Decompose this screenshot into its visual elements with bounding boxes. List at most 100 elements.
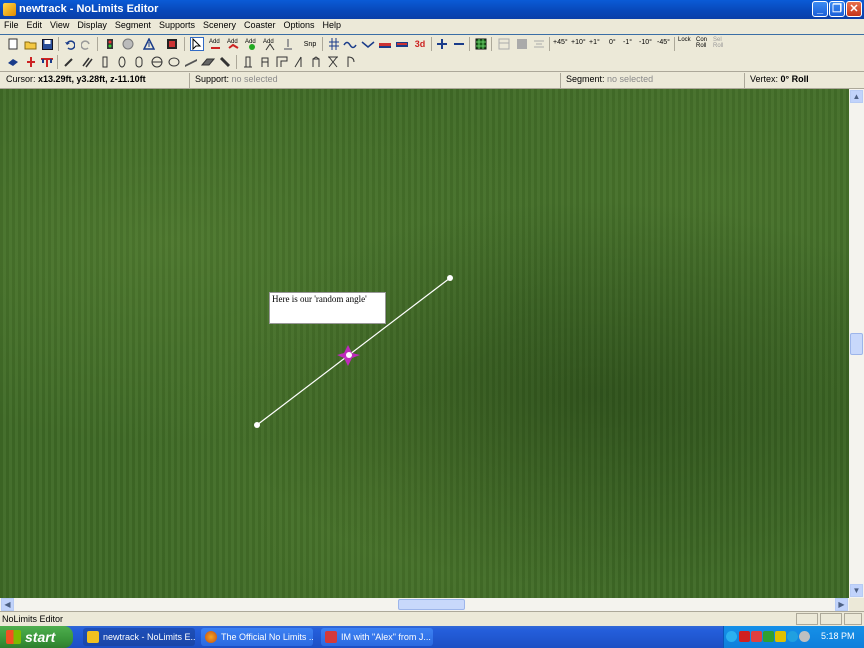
- selected-vertex-marker[interactable]: [337, 345, 360, 366]
- con-roll-button[interactable]: Con Roll: [696, 37, 708, 49]
- scroll-left-arrow-icon[interactable]: ◀: [1, 598, 14, 611]
- task-nolimits-editor[interactable]: newtrack - NoLimits E...: [83, 628, 195, 646]
- diagonal-beam-icon[interactable]: [218, 55, 232, 69]
- cross-brace-icon[interactable]: [326, 55, 340, 69]
- cylinder-support-icon[interactable]: [150, 55, 164, 69]
- tower-icon[interactable]: [258, 55, 272, 69]
- curved-pillar-icon[interactable]: [344, 55, 358, 69]
- pillar-icon[interactable]: [241, 55, 255, 69]
- menu-segment[interactable]: Segment: [111, 19, 155, 30]
- valley-track-icon[interactable]: [361, 37, 375, 51]
- maximize-button[interactable]: ❐: [829, 1, 845, 17]
- editor-viewport[interactable]: [0, 89, 849, 598]
- split-track-icon[interactable]: [24, 55, 38, 69]
- task-firefox-forum[interactable]: The Official No Limits ...: [201, 628, 313, 646]
- tray-warning-icon[interactable]: [775, 631, 786, 642]
- scroll-down-arrow-icon[interactable]: ▼: [850, 584, 863, 597]
- frame-icon[interactable]: [275, 55, 289, 69]
- track-vertex-end[interactable]: [447, 275, 453, 281]
- snap-button[interactable]: Snp: [301, 37, 319, 51]
- roll-plus-1-button[interactable]: +1°: [589, 39, 600, 46]
- close-button[interactable]: ✕: [846, 1, 862, 17]
- eraser-icon[interactable]: [6, 55, 20, 69]
- align-icon[interactable]: [532, 37, 546, 51]
- remove-node-icon[interactable]: [452, 37, 466, 51]
- save-icon[interactable]: [40, 37, 54, 51]
- 3d-view-button[interactable]: 3d: [412, 37, 428, 51]
- svg-text:Add: Add: [209, 39, 220, 45]
- undo-icon[interactable]: [62, 37, 76, 51]
- roll-plus-10-button[interactable]: +10°: [571, 39, 586, 46]
- roll-minus-10-button[interactable]: -10°: [639, 39, 652, 46]
- support-readout: Support: no selected: [195, 74, 278, 84]
- lock-button[interactable]: Lock: [678, 37, 691, 43]
- grid-icon[interactable]: [327, 37, 341, 51]
- tray-network-icon[interactable]: [787, 631, 798, 642]
- coaster-car-icon[interactable]: [378, 37, 392, 51]
- menu-edit[interactable]: Edit: [23, 19, 47, 30]
- train-icon[interactable]: [103, 37, 117, 51]
- capsule-support-icon[interactable]: [132, 55, 146, 69]
- triangle-tool-icon[interactable]: [142, 37, 156, 51]
- plate-icon[interactable]: [201, 55, 215, 69]
- menu-supports[interactable]: Supports: [155, 19, 199, 30]
- beam-icon[interactable]: [184, 55, 198, 69]
- start-button[interactable]: start: [0, 626, 73, 648]
- roll-minus-45-button[interactable]: -45°: [657, 39, 670, 46]
- select-pointer-icon[interactable]: [190, 37, 204, 51]
- green-grid-icon[interactable]: [474, 37, 488, 51]
- task-im-chat[interactable]: IM with "Alex" from J...: [321, 628, 433, 646]
- add-support-icon[interactable]: Add: [263, 37, 277, 51]
- rails-icon[interactable]: [80, 55, 94, 69]
- add-segment-icon[interactable]: Add: [209, 37, 223, 51]
- menu-display[interactable]: Display: [73, 19, 111, 30]
- scroll-up-arrow-icon[interactable]: ▲: [850, 90, 863, 103]
- menu-view[interactable]: View: [46, 19, 73, 30]
- firefox-icon: [205, 631, 217, 643]
- new-file-icon[interactable]: [6, 37, 20, 51]
- menu-coaster[interactable]: Coaster: [240, 19, 280, 30]
- tray-adobe-icon[interactable]: [751, 631, 762, 642]
- add-node-icon[interactable]: [435, 37, 449, 51]
- vertical-scroll-thumb[interactable]: [850, 333, 863, 355]
- add-station-icon[interactable]: Add: [245, 37, 259, 51]
- vertical-scrollbar[interactable]: ▲ ▼: [849, 89, 864, 598]
- wave-track-icon[interactable]: [343, 37, 357, 51]
- oval-support-icon[interactable]: [115, 55, 129, 69]
- minimize-button[interactable]: _: [812, 1, 828, 17]
- menu-scenery[interactable]: Scenery: [199, 19, 240, 30]
- menu-help[interactable]: Help: [319, 19, 346, 30]
- tray-back-arrow-icon[interactable]: [726, 631, 737, 642]
- coaster-train-icon[interactable]: [395, 37, 409, 51]
- horizontal-scroll-thumb[interactable]: [398, 599, 465, 610]
- angled-pillar-icon[interactable]: [292, 55, 306, 69]
- svg-text:Add: Add: [245, 39, 256, 45]
- tray-speaker-icon[interactable]: [799, 631, 810, 642]
- globe-icon[interactable]: [121, 37, 135, 51]
- scroll-right-arrow-icon[interactable]: ▶: [835, 598, 848, 611]
- film-icon[interactable]: [165, 37, 179, 51]
- disabled-support-icon[interactable]: [281, 37, 295, 51]
- vertical-support-icon[interactable]: [98, 55, 112, 69]
- double-pillar-icon[interactable]: [309, 55, 323, 69]
- tray-security-icon[interactable]: [763, 631, 774, 642]
- pencil-icon[interactable]: [62, 55, 76, 69]
- gray-square-icon[interactable]: [515, 37, 529, 51]
- join-track-icon[interactable]: [40, 55, 54, 69]
- horizontal-scrollbar[interactable]: ◀ ▶: [0, 598, 849, 611]
- add-vertex-icon[interactable]: Add: [227, 37, 241, 51]
- track-vertex-start[interactable]: [254, 422, 260, 428]
- view-panel-icon[interactable]: [497, 37, 511, 51]
- vertex-readout: Vertex: 0° Roll: [750, 74, 809, 84]
- open-folder-icon[interactable]: [23, 37, 37, 51]
- roll-plus-45-button[interactable]: +45°: [553, 39, 568, 46]
- redo-icon[interactable]: [79, 37, 93, 51]
- footer-support-icon[interactable]: [167, 55, 181, 69]
- tray-flag-icon[interactable]: [739, 631, 750, 642]
- roll-minus-1-button[interactable]: -1°: [623, 39, 632, 46]
- menu-options[interactable]: Options: [280, 19, 319, 30]
- menu-file[interactable]: File: [0, 19, 23, 30]
- sel-roll-button[interactable]: Sel Roll: [713, 37, 725, 49]
- track-toolbar: [0, 53, 864, 71]
- roll-zero-button[interactable]: 0°: [609, 39, 616, 46]
